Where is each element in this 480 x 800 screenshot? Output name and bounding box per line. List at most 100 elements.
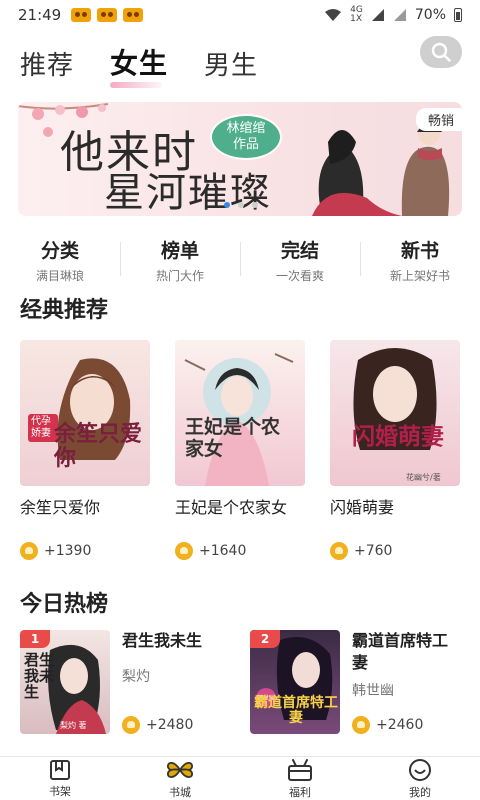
nav-profile[interactable]: 我的 bbox=[360, 757, 480, 800]
bookshelf-icon bbox=[50, 759, 70, 780]
heat-value: +2480 bbox=[146, 717, 194, 733]
cover-author: 梨灼 著 bbox=[60, 721, 87, 730]
nav-label: 书架 bbox=[49, 784, 71, 798]
cover-illustration bbox=[184, 353, 294, 486]
author-name: 林绾绾 bbox=[226, 121, 266, 136]
book-card[interactable]: 王妃是个农家女 王妃是个农家女 +1640 bbox=[175, 340, 305, 560]
nav-welfare[interactable]: 福利 bbox=[240, 757, 360, 800]
book-heat: +1640 bbox=[175, 542, 305, 560]
coin-icon bbox=[330, 542, 348, 560]
nav-bookstore[interactable]: 书城 bbox=[120, 757, 240, 800]
tab-recommend[interactable]: 推荐 bbox=[20, 45, 74, 82]
nav-bookshelf[interactable]: 书架 bbox=[0, 757, 120, 800]
cover-title: 霸道首席特工妻 bbox=[254, 695, 338, 726]
search-icon bbox=[431, 42, 451, 62]
signal-icon bbox=[393, 9, 406, 21]
category-ranking[interactable]: 榜单 热门大作 bbox=[120, 236, 240, 284]
book-title: 余笙只爱你 bbox=[20, 498, 101, 517]
cover-title: 闪婚萌妻 bbox=[352, 423, 444, 450]
nav-label: 我的 bbox=[409, 785, 431, 799]
search-button[interactable] bbox=[420, 36, 462, 68]
nav-label: 福利 bbox=[289, 785, 311, 799]
status-bar: 21:49 4G 1X 70% bbox=[0, 0, 480, 30]
hot-book-info: 君生我未生 梨灼 +2480 bbox=[122, 630, 202, 734]
classic-book-list: 代孕娇妻 余笙只爱你 余笙只爱你 +1390 王妃是个农家女 王妃是个农家女 +… bbox=[20, 340, 460, 560]
category-bar: 分类 满目琳琅 榜单 热门大作 完结 一次看爽 新书 新上架好书 bbox=[0, 236, 480, 284]
profile-icon bbox=[409, 758, 431, 781]
category-new-books[interactable]: 新书 新上架好书 bbox=[360, 236, 480, 284]
book-heat: +1390 bbox=[20, 542, 150, 560]
hot-book-card[interactable]: 2 韩世幽 霸道首席特工妻 霸道首席特工妻 韩世幽 +2460 bbox=[250, 630, 460, 734]
category-subtitle: 满目琳琅 bbox=[35, 269, 84, 283]
cover-title: 余笙只爱你 bbox=[54, 421, 143, 471]
pagination-dot bbox=[238, 202, 244, 208]
hot-book-card[interactable]: 1 君生我未生 梨灼 著 君生我未生 梨灼 +2480 bbox=[20, 630, 230, 734]
book-author: 梨灼 bbox=[122, 669, 150, 685]
promo-banner[interactable]: 他来时 星河璀璨 林绾绾 作品 畅销 bbox=[18, 102, 462, 216]
banner-pagination bbox=[224, 202, 258, 208]
cover-illustration bbox=[353, 348, 437, 450]
category-subtitle: 热门大作 bbox=[155, 269, 204, 283]
category-completed[interactable]: 完结 一次看爽 bbox=[240, 236, 360, 284]
category-title: 榜单 bbox=[156, 236, 208, 263]
tab-male[interactable]: 男生 bbox=[204, 45, 258, 82]
rank-badge: 2 bbox=[250, 630, 280, 648]
book-title: 王妃是个农家女 bbox=[175, 498, 288, 517]
hot-book-info: 霸道首席特工妻 韩世幽 +2460 bbox=[352, 630, 460, 734]
wifi-icon bbox=[325, 9, 342, 21]
heat-value: +760 bbox=[354, 543, 393, 559]
book-cover[interactable]: 代孕娇妻 余笙只爱你 bbox=[20, 340, 150, 486]
book-title: 闪婚萌妻 bbox=[330, 498, 395, 517]
cover-author: 花幽兮/著 bbox=[406, 473, 441, 482]
book-card[interactable]: 闪婚萌妻 花幽兮/著 闪婚萌妻 +760 bbox=[330, 340, 460, 560]
battery-percent: 70% bbox=[414, 7, 446, 23]
bestseller-tag: 畅销 bbox=[415, 108, 462, 131]
category-subtitle: 新上架好书 bbox=[389, 269, 450, 283]
bookstore-icon bbox=[167, 761, 193, 778]
pagination-dot bbox=[224, 202, 230, 208]
section-title-classic: 经典推荐 bbox=[17, 292, 117, 324]
status-time: 21:49 bbox=[18, 6, 62, 24]
top-tabs: 推荐 女生 男生 bbox=[20, 42, 258, 88]
cover-title: 王妃是个农家女 bbox=[185, 416, 281, 460]
book-cover[interactable]: 1 君生我未生 梨灼 著 bbox=[20, 630, 110, 734]
coin-icon bbox=[122, 716, 140, 734]
gift-icon bbox=[288, 758, 312, 781]
coin-icon bbox=[175, 542, 193, 560]
book-cover[interactable]: 王妃是个农家女 bbox=[175, 340, 305, 486]
book-card[interactable]: 代孕娇妻 余笙只爱你 余笙只爱你 +1390 bbox=[20, 340, 150, 560]
book-title: 君生我未生 bbox=[122, 631, 203, 650]
heat-value: +1640 bbox=[199, 543, 247, 559]
category-title: 分类 bbox=[36, 236, 88, 263]
heat-value: +1390 bbox=[44, 543, 92, 559]
bottom-nav: 书架 书城 福利 我的 bbox=[0, 756, 480, 800]
book-cover[interactable]: 2 韩世幽 霸道首席特工妻 bbox=[250, 630, 340, 734]
hot-book-list: 1 君生我未生 梨灼 著 君生我未生 梨灼 +2480 2 韩世幽 霸道首席特工… bbox=[20, 630, 460, 734]
coin-icon bbox=[20, 542, 38, 560]
pagination-dot bbox=[252, 202, 258, 208]
category-classify[interactable]: 分类 满目琳琅 bbox=[0, 236, 120, 284]
rank-badge: 1 bbox=[20, 630, 50, 648]
cover-title: 君生我未生 bbox=[24, 651, 55, 701]
network-type-secondary: 1X bbox=[350, 14, 363, 24]
book-cover[interactable]: 闪婚萌妻 花幽兮/著 bbox=[330, 340, 460, 486]
app-notification-icon bbox=[123, 8, 144, 22]
nav-label: 书城 bbox=[169, 785, 191, 799]
category-title: 完结 bbox=[276, 236, 328, 263]
app-notification-icon bbox=[71, 8, 92, 22]
app-notification-icon bbox=[97, 8, 118, 22]
book-heat: +2480 bbox=[122, 716, 202, 734]
coin-icon bbox=[352, 716, 370, 734]
book-heat: +2460 bbox=[352, 716, 460, 734]
author-suffix: 作品 bbox=[232, 137, 259, 152]
section-title-hot: 今日热榜 bbox=[17, 586, 117, 618]
tab-female[interactable]: 女生 bbox=[110, 42, 168, 88]
book-title: 霸道首席特工妻 bbox=[352, 631, 449, 672]
category-title: 新书 bbox=[396, 236, 448, 263]
signal-icon bbox=[371, 9, 384, 21]
category-subtitle: 一次看爽 bbox=[275, 269, 324, 283]
battery-icon bbox=[454, 8, 462, 22]
book-author: 韩世幽 bbox=[352, 683, 394, 699]
book-heat: +760 bbox=[330, 542, 460, 560]
heat-value: +2460 bbox=[376, 717, 424, 733]
